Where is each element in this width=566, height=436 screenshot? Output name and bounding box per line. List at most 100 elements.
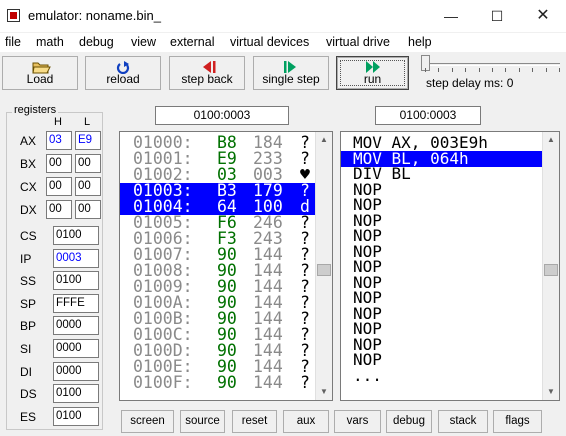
disassembly-row[interactable]: NOP — [341, 321, 544, 337]
cs-label: CS — [20, 229, 37, 243]
close-button[interactable]: ✕ — [520, 0, 566, 32]
disassembly-row[interactable]: NOP — [341, 181, 544, 198]
memory-row[interactable]: 01000: B8 184? — [120, 134, 316, 151]
ss-field[interactable]: 0100 — [53, 271, 99, 291]
memory-scroll-thumb[interactable] — [317, 264, 331, 276]
memory-row[interactable]: 01003: B3 179? — [120, 181, 316, 200]
disassembly-row[interactable]: NOP — [341, 274, 544, 291]
memory-row[interactable]: 0100C: 90 144? — [120, 325, 316, 344]
memory-scrollbar[interactable]: ▲ ▼ — [315, 132, 332, 400]
disassembly-row[interactable]: DIV BL — [341, 166, 544, 182]
memory-row[interactable]: 0100D: 90 144? — [120, 341, 316, 360]
menu-external[interactable]: external — [170, 35, 214, 49]
memory-row[interactable]: 01001: E9 233? — [120, 150, 316, 167]
disassembly-address-field[interactable]: 0100:0003 — [375, 106, 481, 125]
memory-char-value: ? — [300, 277, 310, 296]
memory-row[interactable]: 0100B: 90 144? — [120, 310, 316, 327]
vars-button[interactable]: vars — [334, 410, 381, 433]
step-delay-slider-track[interactable] — [425, 63, 560, 66]
memory-row[interactable]: 01002: 03 003 ♥ — [120, 166, 316, 183]
bp-field[interactable]: 0000 — [53, 316, 99, 336]
stack-button[interactable]: stack — [438, 410, 488, 433]
memory-row[interactable]: 01008: 90 144? — [120, 262, 316, 279]
ax-low-field[interactable]: E9 — [75, 131, 101, 150]
scroll-up-arrow-icon[interactable]: ▲ — [316, 132, 332, 148]
debug-button[interactable]: debug — [386, 410, 432, 433]
menu-math[interactable]: math — [36, 35, 64, 49]
menu-bar: file math debug view external virtual de… — [0, 33, 566, 52]
bx-low-field[interactable]: 00 — [75, 154, 101, 173]
scroll-up-arrow-icon[interactable]: ▲ — [543, 132, 559, 148]
memory-row[interactable]: 01005: F6 246? — [120, 213, 316, 232]
menu-virtual-drive[interactable]: virtual drive — [326, 35, 390, 49]
memory-char-value: ? — [300, 181, 310, 200]
menu-debug[interactable]: debug — [79, 35, 114, 49]
di-field[interactable]: 0000 — [53, 361, 99, 381]
aux-button[interactable]: aux — [283, 410, 329, 433]
cx-low-field[interactable]: 00 — [75, 177, 101, 196]
run-button[interactable]: run — [336, 56, 409, 90]
menu-help[interactable]: help — [408, 35, 432, 49]
dx-low-field[interactable]: 00 — [75, 200, 101, 219]
disassembly-row[interactable]: NOP — [341, 259, 544, 275]
disassembly-row[interactable]: ... — [341, 367, 544, 384]
registers-title: registers — [12, 104, 59, 116]
disassembly-row[interactable]: NOP — [341, 228, 544, 244]
scroll-down-arrow-icon[interactable]: ▼ — [543, 384, 559, 400]
ds-field[interactable]: 0100 — [53, 384, 99, 404]
maximize-button[interactable]: ☐ — [474, 0, 520, 32]
memory-address-field[interactable]: 0100:0003 — [155, 106, 289, 125]
ax-high-field[interactable]: 03 — [46, 131, 72, 150]
si-field[interactable]: 0000 — [53, 339, 99, 358]
memory-decimal-value: 144 — [253, 277, 283, 296]
ip-field[interactable]: 0003 — [53, 248, 99, 268]
disassembly-row[interactable]: NOP — [341, 212, 544, 229]
menu-view[interactable]: view — [131, 35, 156, 49]
disassembly-row[interactable]: MOV AX, 003E9h — [341, 135, 544, 151]
cx-high-field[interactable]: 00 — [46, 177, 72, 196]
disassembly-list[interactable]: ... NOP NOP NOP NOP NOP NOP NOP NOP NOP NOP NOP NOP D… — [340, 131, 560, 401]
disassembly-row[interactable]: NOP — [341, 305, 544, 322]
memory-row[interactable]: 01007: 90 144? — [120, 246, 316, 263]
ip-label: IP — [20, 251, 32, 266]
screen-button[interactable]: screen — [121, 410, 174, 433]
reload-button[interactable]: reload — [85, 56, 161, 90]
slider-tick — [438, 68, 440, 72]
cs-field[interactable]: 0100 — [53, 226, 99, 245]
disassembly-row[interactable]: NOP — [341, 243, 544, 260]
bx-label: BX — [20, 157, 37, 171]
step-back-button[interactable]: step back — [169, 56, 245, 90]
scroll-down-arrow-icon[interactable]: ▼ — [316, 384, 332, 400]
sp-field[interactable]: FFFE — [53, 293, 99, 313]
source-button[interactable]: source — [180, 410, 225, 433]
disassembly-scroll-thumb[interactable] — [544, 264, 558, 276]
es-field[interactable]: 0100 — [53, 406, 99, 426]
disassembly-row[interactable]: NOP — [341, 197, 544, 213]
dx-high-field[interactable]: 00 — [46, 200, 72, 219]
memory-row[interactable]: 01006: F3 243? — [120, 229, 316, 248]
load-button[interactable]: Load — [2, 56, 78, 90]
single-step-button[interactable]: single step — [253, 56, 329, 90]
memory-row[interactable]: 0100F: 90 144? — [120, 374, 316, 391]
memory-row[interactable]: 0100A: 90 144? — [120, 294, 316, 311]
disassembly-row[interactable]: MOV BL, 064h — [341, 150, 544, 167]
menu-virtual-devices[interactable]: virtual devices — [230, 35, 309, 49]
bx-high-field[interactable]: 00 — [46, 154, 72, 173]
memory-row[interactable]: 0100E: 90 144? — [120, 358, 316, 375]
memory-row[interactable]: 01004: 64 100 d — [120, 198, 316, 215]
memory-decimal-value: 144 — [253, 341, 283, 360]
memory-decimal-value: 144 — [253, 325, 283, 344]
memory-list[interactable]: 0100F: 90 144? 0100E: 90 144? 0100D: 90 144? 0100… — [119, 131, 333, 401]
reset-button[interactable]: reset — [232, 410, 277, 433]
minimize-button[interactable]: — — [428, 0, 474, 32]
disassembly-scrollbar[interactable]: ▲ ▼ — [542, 132, 559, 400]
disassembly-row[interactable]: NOP — [341, 336, 544, 353]
memory-decimal-value: 246 — [253, 213, 283, 232]
disassembly-row[interactable]: NOP — [341, 290, 544, 306]
disassembly-row[interactable]: NOP — [341, 352, 544, 368]
flags-button[interactable]: flags — [493, 410, 542, 433]
memory-decimal-value: 243 — [253, 229, 283, 248]
menu-file[interactable]: file — [5, 35, 21, 49]
memory-char-value: ? — [300, 341, 310, 360]
memory-row[interactable]: 01009: 90 144? — [120, 277, 316, 296]
